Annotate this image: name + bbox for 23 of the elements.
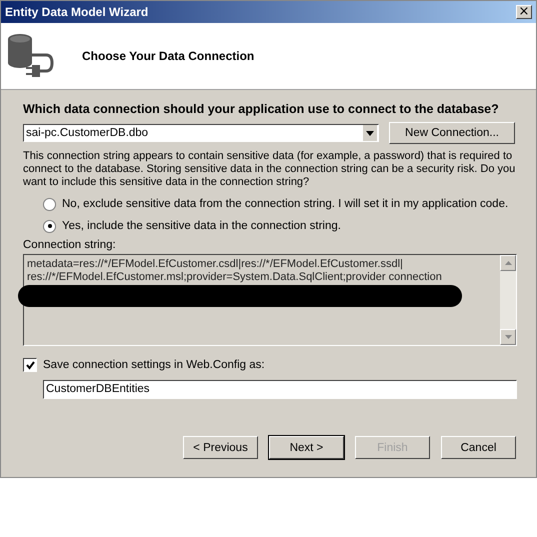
checkbox-label: Save connection settings in Web.Config as:	[43, 359, 265, 371]
radio-label: Yes, include the sensitive data in the connection string.	[62, 220, 341, 232]
input-field[interactable]: CustomerDBEntities	[43, 380, 517, 399]
connection-string-label: Connection string:	[23, 239, 117, 251]
wizard-button[interactable]: < Previous	[183, 436, 258, 459]
warning-text: This connection string appears to contain sensitive data (for example, a password) that is required to connect to the database. Storing sensitive data in the connection string can be a security risk. Do you want to include this sensitive data in the connection string?	[23, 150, 516, 189]
wizard-button[interactable]: Next >	[269, 436, 344, 459]
scrollbar[interactable]	[500, 255, 516, 345]
question-text: Which data connection should your application use to connect to the database?	[23, 102, 500, 116]
connection-string-line: metadata=res://*/EFModel.EfCustomer.csdl|res://*/EFModel.EfCustomer.ssdl|	[27, 258, 404, 271]
new-connection-button[interactable]: New Connection...	[389, 122, 515, 144]
page-heading: Choose Your Data Connection	[82, 49, 254, 63]
scroll-up-icon[interactable]	[504, 261, 512, 265]
radio-button[interactable]	[43, 198, 56, 210]
radio-button[interactable]	[43, 220, 56, 232]
close-button[interactable]: ×	[516, 5, 532, 19]
connection-string-line: res://*/EFModel.EfCustomer.msl;provider=System.Data.SqlClient;provider connection	[27, 271, 443, 284]
checkbox[interactable]	[23, 358, 37, 372]
window-title: Entity Data Model Wizard	[5, 5, 148, 19]
wizard-button[interactable]: Cancel	[441, 436, 516, 459]
radio-label: No, exclude sensitive data from the connection string. I will set it in my application code.	[62, 198, 508, 210]
scroll-down-icon[interactable]	[504, 335, 512, 339]
connection-dropdown[interactable]: sai-pc.CustomerDB.dbo	[23, 124, 379, 142]
